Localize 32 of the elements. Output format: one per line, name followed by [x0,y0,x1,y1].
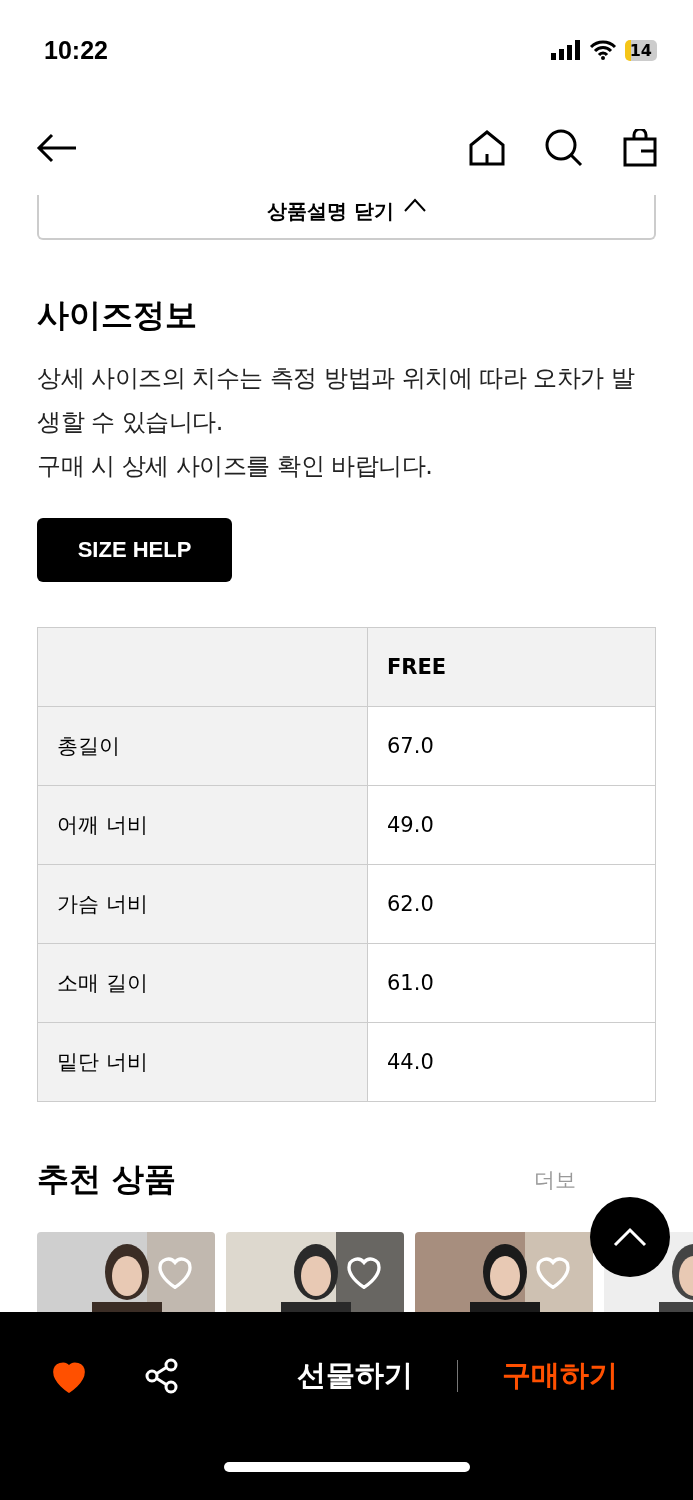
size-help-button[interactable]: SIZE HELP [37,518,232,582]
notice-text: 구매 시 상세 사이즈를 확인 바랍니다. [37,451,434,483]
table-header-cell: FREE [368,628,656,707]
status-time: 10:22 [44,35,108,65]
section-title: 추천 상품 [37,1159,177,1200]
buy-button[interactable]: 구매하기 [502,1356,618,1396]
notice-text: 상세 사이즈의 치수는 측정 방법과 위치에 따라 오차가 발생할 수 있습니다. [37,363,636,439]
collapse-button[interactable]: 상품설명 닫기 [37,195,656,241]
table-cell: 62.0 [368,865,656,944]
shopping-bag-icon[interactable] [623,128,657,167]
table-cell: 49.0 [368,786,656,865]
row-label-cell: 밑단 너비 [38,1023,368,1102]
chevron-up-icon [613,1227,647,1247]
search-icon[interactable] [545,128,583,167]
section-title: 사이즈정보 [37,295,198,337]
home-icon[interactable] [469,129,505,166]
row-label-cell: 어깨 너비 [38,786,368,865]
row-label-cell: 총길이 [38,707,368,786]
table-cell: 61.0 [368,944,656,1023]
table-cell: 67.0 [368,707,656,786]
table-cell: 44.0 [368,1023,656,1102]
share-icon[interactable] [144,1358,180,1394]
heart-icon[interactable] [344,1254,384,1290]
gift-button[interactable]: 선물하기 [297,1356,413,1396]
chevron-up-icon [404,198,426,212]
battery-level: 14 [624,39,657,61]
wifi-icon [588,40,617,60]
row-label-cell: 소매 길이 [38,944,368,1023]
row-label-cell: 가슴 너비 [38,865,368,944]
signal-icon [550,40,581,60]
back-icon[interactable] [36,132,78,163]
like-button[interactable] [50,1359,88,1393]
